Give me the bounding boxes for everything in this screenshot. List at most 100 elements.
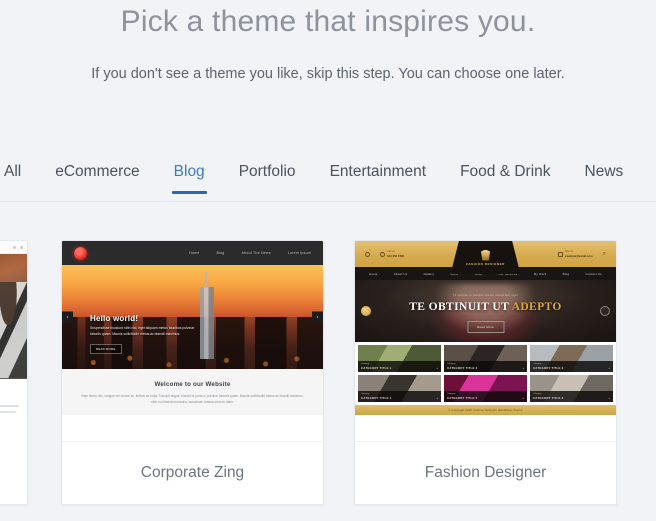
topbar-email: Mail Us example@email.com [558,250,593,258]
gallery-tile-caption: Category CATEGORY TITLE 1 + [358,361,441,372]
theme-card-fashion-designer[interactable]: Call Us 123 456 7890 FASHION DESIGNER Ma… [354,240,617,505]
theme-card-corporate-zing[interactable]: Home Blog About The News Lorem Ipsum ‹ › [61,240,324,505]
email-value: example@email.com [565,254,593,258]
preview-hero: Te obtinuit ut adepto nostra novem Elit … [355,280,616,342]
theme-preview-corporate-zing[interactable]: Home Blog About The News Lorem Ipsum ‹ › [62,241,323,441]
theme-picker-page: Pick a theme that inspires you. If you d… [0,0,656,521]
hero-text: Suspendisse tincidunt nibh nisl, eget al… [90,326,195,336]
brand-name: FASHION DESIGNER [466,261,505,266]
preview-gallery-grid: Category CATEGORY TITLE 1 + Category CAT… [355,342,616,405]
tile-title: CATEGORY TITLE 5 [447,396,478,400]
nav-link: Contact Us [585,271,602,276]
hero-headline-accent: ADEPTO [511,301,562,313]
mail-icon [558,251,564,257]
placeholder-line [0,405,20,407]
gallery-tile[interactable]: Category CATEGORY TITLE 2 + [444,345,527,372]
preview-topbar: Call Us 123 456 7890 FASHION DESIGNER Ma… [355,241,616,274]
tab-blog[interactable]: Blog [171,160,207,194]
preview-welcome-section: Welcome to our Website Nam libero nisi, … [62,369,323,416]
gallery-tile[interactable]: Category CATEGORY TITLE 5 + [444,375,527,402]
preview-footer: © Copyright 2019. Fashion Designer WordP… [355,405,616,415]
preview-hero: ‹ › Hello world! Suspendisse tincidunt n… [62,265,323,369]
tab-label: Entertainment [329,163,427,180]
site-logo-emblem: FASHION DESIGNER [450,241,521,274]
tab-label: Food & Drink [460,163,551,180]
theme-card-list: Home Blog About The News Lorem Ipsum ‹ › [0,240,656,521]
theme-card-partial[interactable] [0,240,28,505]
gallery-tile-caption: Category CATEGORY TITLE 6 + [530,391,613,402]
theme-preview-fashion-designer[interactable]: Call Us 123 456 7890 FASHION DESIGNER Ma… [355,241,616,441]
tab-label: Blog [173,163,205,180]
tab-ecommerce[interactable]: eCommerce [55,160,139,194]
tile-title: CATEGORY TITLE 2 [447,366,478,370]
gallery-tile[interactable]: Category CATEGORY TITLE 6 + [530,375,613,402]
phone-value: 123 456 7890 [387,254,405,258]
tab-label: News [584,163,624,180]
placeholder-line [0,411,17,413]
user-icon [365,251,370,257]
section-text: Nam libero nisi, congue vel ornare ac, f… [81,394,304,404]
plus-icon[interactable]: + [436,366,438,370]
hero-cta-button[interactable]: READ MORE [90,344,122,354]
nav-link: About The News [241,251,271,255]
gallery-tile-caption: Category CATEGORY TITLE 5 + [444,391,527,402]
nav-link: Home [189,251,200,255]
nav-link: Blog [216,251,225,255]
tab-label: eCommerce [55,163,140,180]
tab-entertainment[interactable]: Entertainment [330,160,427,194]
plus-icon[interactable]: + [436,396,438,400]
chevron-right-icon: › [316,314,319,320]
plus-icon[interactable]: + [522,396,524,400]
nav-link: Blog [562,271,570,276]
carousel-next-icon[interactable]: › [312,311,323,323]
phone-icon [380,251,385,257]
gallery-tile-caption: Category CATEGORY TITLE 4 + [358,391,441,402]
preview-navbar: Home Blog About The News Lorem Ipsum [62,241,323,265]
gallery-tile[interactable]: Category CATEGORY TITLE 3 + [530,345,613,372]
hero-heading: Hello world! [90,314,139,324]
carousel-prev-icon[interactable]: ‹ [62,311,73,323]
topbar-mail-group: Mail Us example@email.com ⌕ [558,250,606,258]
gallery-tile[interactable]: Category CATEGORY TITLE 4 + [358,375,441,402]
hero-headline: TE OBTINUIT UT ADEPTO [355,301,616,313]
plus-icon[interactable]: + [608,396,610,400]
hero-cta-button[interactable]: Read More [467,321,504,333]
gallery-tile[interactable]: Category CATEGORY TITLE 1 + [358,345,441,372]
footer-text: © Copyright 2019. Fashion Designer WordP… [448,408,523,412]
gallery-tile-caption: Category CATEGORY TITLE 3 + [530,361,613,372]
tab-label: Portfolio [238,163,296,180]
theme-category-tabs: All eCommerce Blog Portfolio Entertainme… [0,160,656,202]
tab-all[interactable]: All [4,160,21,194]
tile-title: CATEGORY TITLE 6 [533,396,564,400]
preview-browser-bar [0,241,27,254]
tab-food-and-drink[interactable]: Food & Drink [460,160,550,194]
plus-icon[interactable]: + [608,366,610,370]
tile-title: CATEGORY TITLE 1 [361,366,392,370]
tab-label: All [4,163,22,180]
search-icon[interactable]: ⌕ [603,251,606,258]
preview-body [0,379,27,504]
tab-news[interactable]: News [585,160,624,194]
page-header: Pick a theme that inspires you. If you d… [0,0,656,85]
carousel-next-icon[interactable] [600,306,610,316]
gallery-tile-caption: Category CATEGORY TITLE 2 + [444,361,527,372]
carousel-prev-icon[interactable] [361,306,371,316]
page-subtitle: If you don't see a theme you like, skip … [91,66,565,82]
browser-dot-icon [13,245,16,249]
browser-dot-icon [20,245,23,249]
preview-hero-photo [0,254,27,379]
theme-preview-person[interactable] [0,241,27,504]
hero-kicker: Te obtinuit ut adepto nostra novem Elit … [453,294,518,297]
chevron-left-icon: ‹ [66,314,69,320]
tab-portfolio[interactable]: Portfolio [239,160,296,194]
theme-category-tabbar: All eCommerce Blog Portfolio Entertainme… [0,160,656,202]
theme-card-title: Fashion Designer [355,441,616,504]
nav-link: Home [369,271,378,276]
page-title: Pick a theme that inspires you. [120,5,536,38]
nav-link: My Work [533,271,547,276]
topbar-contact-group: Call Us 123 456 7890 [365,250,404,258]
topbar-phone: Call Us 123 456 7890 [380,250,404,258]
plus-icon[interactable]: + [522,366,524,370]
theme-card-title: Corporate Zing [62,441,323,504]
tile-title: CATEGORY TITLE 4 [361,396,392,400]
